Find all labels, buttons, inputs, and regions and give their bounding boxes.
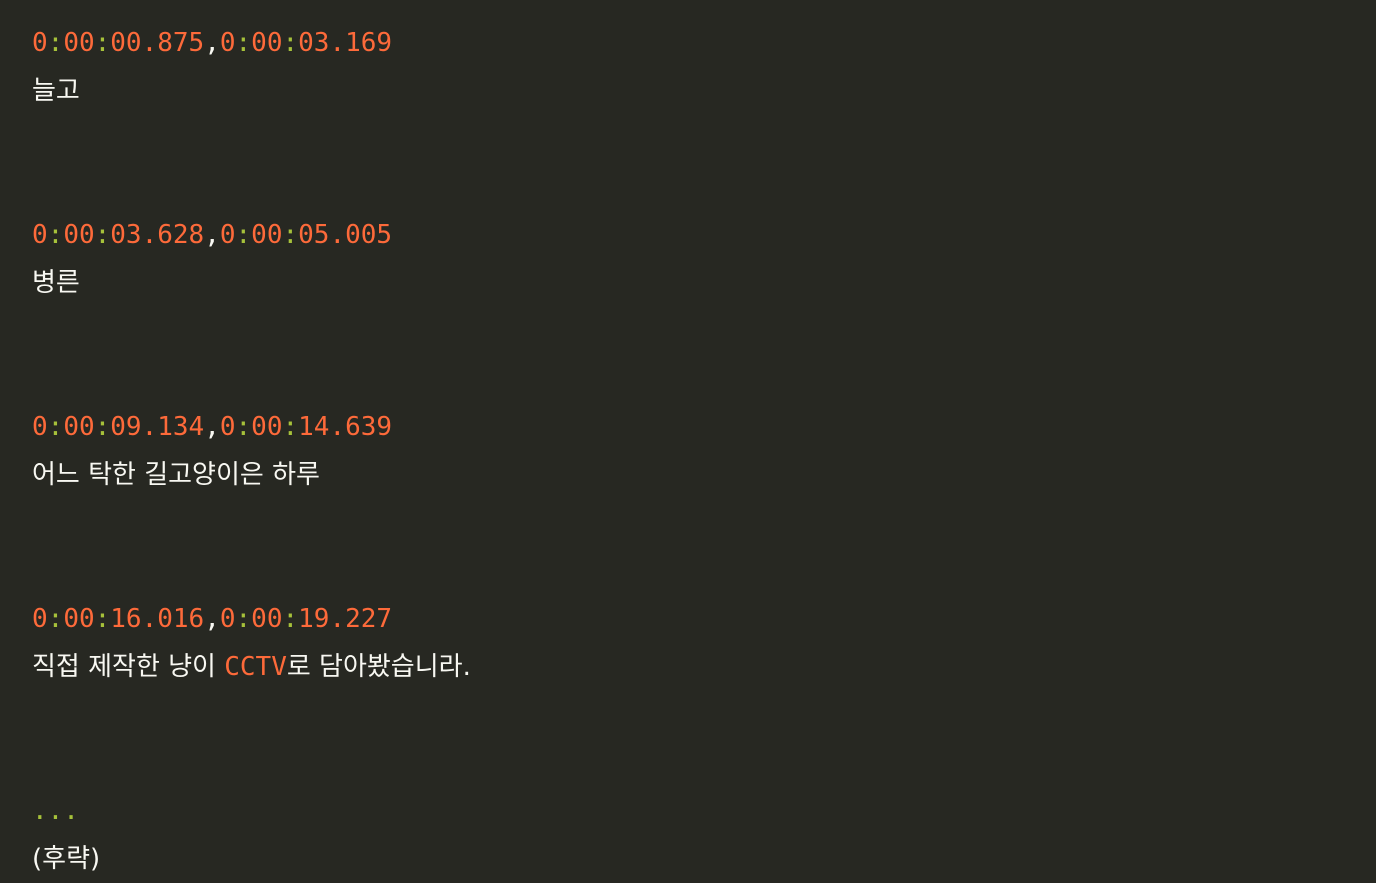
start-time-part: 03.628: [110, 220, 205, 250]
highlighted-text: CCTV: [224, 652, 287, 682]
colon: :: [282, 412, 299, 442]
start-time-part: 16.016: [110, 604, 205, 634]
timestamp-line: 0:00:09.134,0:00:14.639: [32, 403, 471, 451]
start-time-part: 00: [63, 604, 95, 634]
subtitle-text-line: 늘고: [32, 67, 471, 115]
colon: :: [94, 28, 111, 58]
comma: ,: [204, 220, 220, 250]
subtitle-code-block: 0:00:00.875,0:00:03.169 늘고 0:00:03.628,0:0…: [32, 19, 471, 883]
start-time-part: 00: [63, 412, 95, 442]
subtitle-text-line: 병른: [32, 259, 471, 307]
colon: :: [282, 28, 299, 58]
end-time-part: 00: [251, 604, 283, 634]
subtitle-text-line: 직접 제작한 냥이 CCTV로 담아봤습니라.: [32, 643, 471, 691]
footer-label: (후략): [32, 844, 101, 874]
colon: :: [235, 604, 252, 634]
end-time-part: 00: [251, 412, 283, 442]
colon: :: [235, 28, 252, 58]
end-time-part: 00: [251, 220, 283, 250]
subtitle-text-line: 어느 탁한 길고양이은 하루: [32, 451, 471, 499]
end-time-part: 0: [219, 28, 236, 58]
end-time-part: 14.639: [298, 412, 393, 442]
comma: ,: [204, 28, 220, 58]
colon: :: [282, 604, 299, 634]
subtitle-text: 병른: [32, 268, 80, 298]
timestamp-line: 0:00:16.016,0:00:19.227: [32, 595, 471, 643]
start-time-part: 0: [32, 412, 48, 442]
colon: :: [235, 412, 252, 442]
subtitle-text: 어느 탁한 길고양이은 하루: [32, 460, 320, 490]
comma: ,: [204, 604, 220, 634]
comma: ,: [204, 412, 220, 442]
subtitle-text: 직접 제작한 냥이: [32, 652, 225, 682]
end-time-part: 19.227: [298, 604, 393, 634]
start-time-part: 0: [32, 220, 48, 250]
colon: :: [47, 604, 64, 634]
colon: :: [47, 412, 64, 442]
end-time-part: 03.169: [298, 28, 393, 58]
end-time-part: 00: [251, 28, 283, 58]
timestamp-line: 0:00:00.875,0:00:03.169: [32, 19, 471, 67]
ellipsis: ...: [32, 796, 79, 826]
start-time-part: 00: [63, 28, 95, 58]
start-time-part: 00: [63, 220, 95, 250]
colon: :: [235, 220, 252, 250]
colon: :: [94, 412, 111, 442]
colon: :: [94, 604, 111, 634]
subtitle-text: 로 담아봤습니라.: [286, 652, 471, 682]
timestamp-line: 0:00:03.628,0:00:05.005: [32, 211, 471, 259]
colon: :: [47, 220, 64, 250]
footer-text: (후략): [32, 835, 471, 883]
start-time-part: 0: [32, 604, 48, 634]
end-time-part: 0: [219, 604, 236, 634]
end-time-part: 0: [219, 220, 236, 250]
colon: :: [282, 220, 299, 250]
subtitle-text: 늘고: [32, 76, 80, 106]
start-time-part: 0: [32, 28, 48, 58]
colon: :: [47, 28, 64, 58]
start-time-part: 00.875: [110, 28, 205, 58]
colon: :: [94, 220, 111, 250]
start-time-part: 09.134: [110, 412, 205, 442]
end-time-part: 05.005: [298, 220, 393, 250]
end-time-part: 0: [219, 412, 236, 442]
